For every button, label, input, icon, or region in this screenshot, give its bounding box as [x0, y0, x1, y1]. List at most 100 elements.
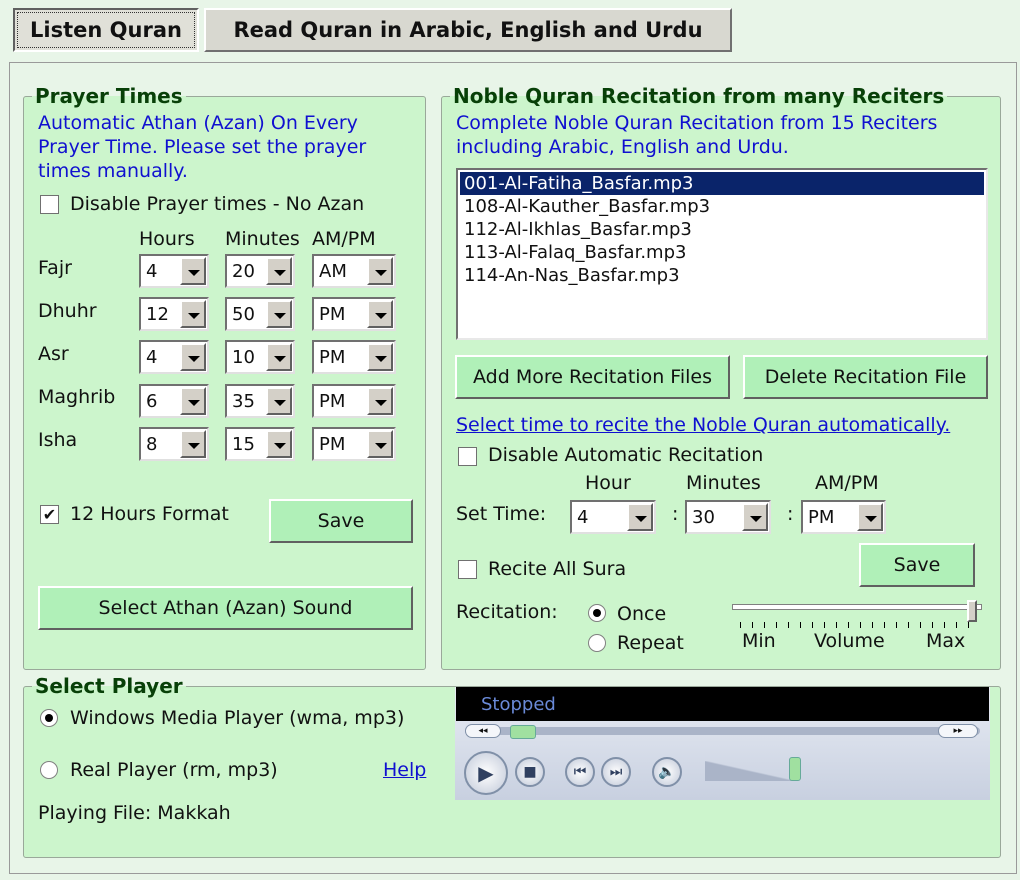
- tab-read-quran[interactable]: Read Quran in Arabic, English and Urdu: [204, 8, 732, 52]
- isha-minute-value: 15: [232, 433, 255, 455]
- isha-hour-select[interactable]: 8: [139, 427, 209, 461]
- fajr-ampm-select[interactable]: AM: [312, 254, 396, 288]
- chevron-down-icon: [180, 300, 206, 328]
- volume-slider[interactable]: [728, 600, 988, 630]
- prayer-name-dhuhr: Dhuhr: [38, 300, 97, 322]
- forward-small-icon[interactable]: ▸▸: [938, 724, 978, 738]
- volume-min-label: Min: [742, 630, 776, 652]
- recite-all-checkbox[interactable]: [458, 560, 477, 579]
- prayer-name-fajr: Fajr: [38, 257, 72, 279]
- chevron-down-icon: [180, 430, 206, 458]
- tab-listen-label: Listen Quran: [30, 18, 182, 42]
- recite-hour-value: 4: [577, 506, 589, 528]
- once-radio[interactable]: [588, 604, 606, 622]
- asr-hour-select[interactable]: 4: [139, 340, 209, 374]
- prayer-desc-line1: Automatic Athan (Azan) On Every: [38, 112, 358, 134]
- wmp-radio[interactable]: [40, 709, 58, 727]
- recite-minute-select[interactable]: 30: [685, 500, 771, 534]
- add-recitation-button[interactable]: Add More Recitation Files: [455, 355, 730, 399]
- chevron-down-icon: [180, 343, 206, 371]
- fajr-minute-value: 20: [232, 260, 255, 282]
- fajr-ampm-value: AM: [319, 260, 347, 282]
- list-item[interactable]: 113-Al-Falaq_Basfar.mp3: [460, 241, 984, 264]
- dhuhr-ampm-select[interactable]: PM: [312, 297, 396, 331]
- dhuhr-ampm-value: PM: [319, 303, 346, 325]
- stop-icon[interactable]: ■: [515, 757, 545, 787]
- fajr-minute-select[interactable]: 20: [225, 254, 295, 288]
- isha-hour-value: 8: [146, 433, 158, 455]
- isha-ampm-select[interactable]: PM: [312, 427, 396, 461]
- recite-hour-select[interactable]: 4: [570, 500, 656, 534]
- checkmark-icon: ✔: [42, 505, 57, 524]
- add-recitation-label: Add More Recitation Files: [473, 366, 712, 388]
- asr-ampm-select[interactable]: PM: [312, 340, 396, 374]
- select-athan-button[interactable]: Select Athan (Azan) Sound: [38, 586, 413, 630]
- list-item[interactable]: 001-Al-Fatiha_Basfar.mp3: [460, 172, 984, 195]
- recitation-save-button[interactable]: Save: [859, 543, 975, 587]
- isha-minute-select[interactable]: 15: [225, 427, 295, 461]
- playing-file-label: Playing File: Makkah: [38, 802, 231, 824]
- next-icon[interactable]: ⏭: [601, 757, 631, 787]
- tab-listen-quran[interactable]: Listen Quran: [13, 8, 199, 52]
- chevron-down-icon: [367, 257, 393, 285]
- seek-bar[interactable]: [465, 727, 980, 735]
- rewind-small-icon[interactable]: ◂◂: [465, 724, 501, 738]
- maghrib-minute-select[interactable]: 35: [225, 384, 295, 418]
- recitation-file-list[interactable]: 001-Al-Fatiha_Basfar.mp3 108-Al-Kauther_…: [456, 168, 988, 340]
- time-separator: :: [672, 503, 679, 525]
- list-item[interactable]: 112-Al-Ikhlas_Basfar.mp3: [460, 218, 984, 241]
- disable-recitation-label: Disable Automatic Recitation: [488, 444, 764, 466]
- dhuhr-hour-select[interactable]: 12: [139, 297, 209, 331]
- asr-minute-select[interactable]: 10: [225, 340, 295, 374]
- list-item[interactable]: 114-An-Nas_Basfar.mp3: [460, 264, 984, 287]
- repeat-radio[interactable]: [588, 634, 606, 652]
- asr-ampm-value: PM: [319, 346, 346, 368]
- real-player-radio[interactable]: [40, 761, 58, 779]
- maghrib-ampm-value: PM: [319, 390, 346, 412]
- player-volume-thumb[interactable]: [789, 757, 801, 781]
- prayer-save-button[interactable]: Save: [269, 499, 413, 543]
- real-player-label: Real Player (rm, mp3): [70, 759, 278, 781]
- maghrib-minute-value: 35: [232, 390, 255, 412]
- media-player: Stopped ◂◂ ▸▸ ▶ ■ ⏮ ⏭ 🔈: [455, 687, 990, 800]
- tab-read-label: Read Quran in Arabic, English and Urdu: [233, 18, 703, 42]
- help-link[interactable]: Help: [383, 759, 426, 781]
- chevron-down-icon: [180, 257, 206, 285]
- chevron-down-icon: [180, 387, 206, 415]
- disable-recitation-checkbox[interactable]: [458, 447, 477, 466]
- delete-recitation-button[interactable]: Delete Recitation File: [743, 355, 988, 399]
- player-volume-slider[interactable]: [705, 761, 795, 781]
- maghrib-hour-select[interactable]: 6: [139, 384, 209, 418]
- prayer-desc-line3: times manually.: [38, 160, 188, 182]
- volume-thumb[interactable]: [966, 600, 977, 622]
- maghrib-hour-value: 6: [146, 390, 158, 412]
- select-athan-label: Select Athan (Azan) Sound: [98, 597, 353, 619]
- previous-icon[interactable]: ⏮: [565, 757, 595, 787]
- prayer-times-legend: Prayer Times: [35, 84, 183, 108]
- asr-hour-value: 4: [146, 346, 158, 368]
- twelve-hour-checkbox[interactable]: ✔: [40, 505, 59, 524]
- seek-thumb[interactable]: [510, 725, 536, 739]
- maghrib-ampm-select[interactable]: PM: [312, 384, 396, 418]
- chevron-down-icon: [367, 300, 393, 328]
- disable-prayer-checkbox[interactable]: [40, 195, 59, 214]
- select-time-link[interactable]: Select time to recite the Noble Quran au…: [456, 414, 950, 436]
- list-item[interactable]: 108-Al-Kauther_Basfar.mp3: [460, 195, 984, 218]
- ampm-header: AM/PM: [312, 228, 376, 250]
- dhuhr-minute-select[interactable]: 50: [225, 297, 295, 331]
- time-separator: :: [787, 503, 794, 525]
- chevron-down-icon: [627, 503, 653, 531]
- chevron-down-icon: [367, 430, 393, 458]
- chevron-down-icon: [266, 387, 292, 415]
- recite-ampm-select[interactable]: PM: [801, 500, 886, 534]
- fajr-hour-select[interactable]: 4: [139, 254, 209, 288]
- hour-header: Hour: [585, 472, 631, 494]
- recitation-desc-line2: including Arabic, English and Urdu.: [456, 136, 789, 158]
- mute-icon[interactable]: 🔈: [652, 757, 682, 787]
- play-icon[interactable]: ▶: [464, 751, 508, 795]
- minutes-header: Minutes: [686, 472, 761, 494]
- prayer-desc-line2: Prayer Time. Please set the prayer: [38, 136, 367, 158]
- hours-header: Hours: [139, 228, 195, 250]
- asr-minute-value: 10: [232, 346, 255, 368]
- chevron-down-icon: [266, 343, 292, 371]
